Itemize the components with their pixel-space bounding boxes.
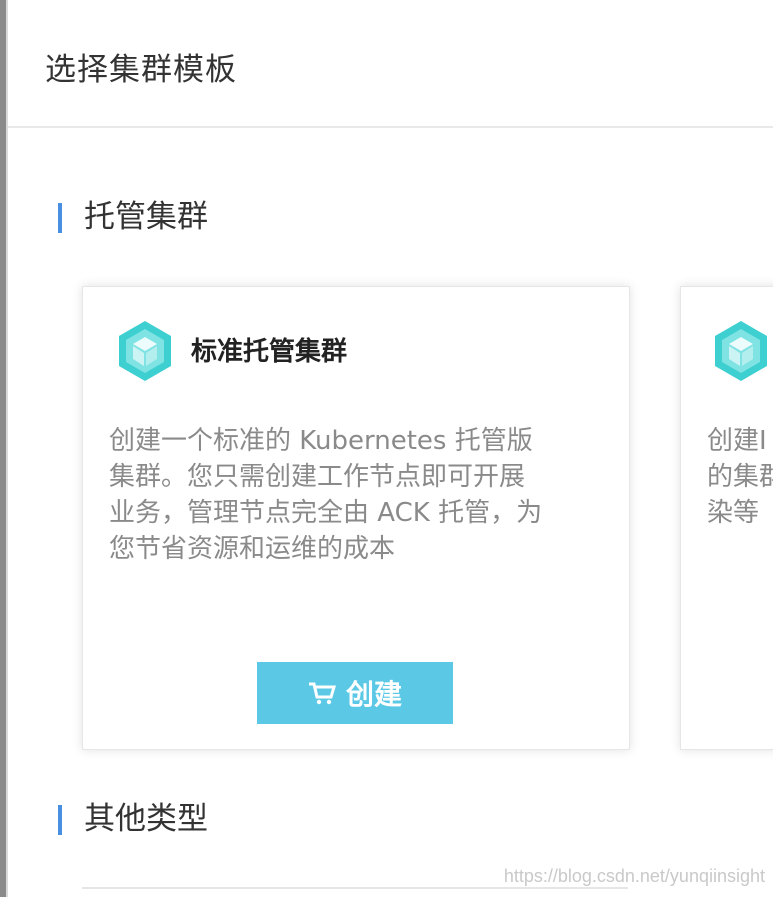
section-accent-bar <box>58 203 62 233</box>
card-description: 创建一个标准的 Kubernetes 托管版 集群。您只需创建工作节点即可开展 … <box>109 426 543 564</box>
template-card-standard-managed[interactable]: 标准托管集群 创建一个标准的 Kubernetes 托管版 集群。您只需创建工作… <box>82 286 630 750</box>
section-title-managed: 托管集群 <box>58 200 208 234</box>
section-title-label: 其他类型 <box>84 801 208 837</box>
page-title: 选择集群模板 <box>45 52 237 88</box>
section-title-other: 其他类型 <box>58 802 208 836</box>
cart-icon <box>308 682 336 705</box>
section-title-label: 托管集群 <box>84 199 208 235</box>
create-button-label: 创建 <box>345 678 402 711</box>
create-button[interactable]: 创建 <box>257 662 453 724</box>
next-card-top-edge <box>82 887 628 889</box>
card-description: 创建I 的集群 染等 <box>707 426 773 528</box>
page-header: 选择集群模板 <box>8 0 773 128</box>
cube-icon <box>119 321 171 381</box>
cube-icon <box>715 321 767 381</box>
window-edge <box>0 0 8 897</box>
section-accent-bar <box>58 805 62 835</box>
card-title: 标准托管集群 <box>191 337 348 367</box>
template-card-partial[interactable]: 创建I 的集群 染等 <box>680 286 773 750</box>
watermark: https://blog.csdn.net/yunqiinsight <box>503 866 765 886</box>
